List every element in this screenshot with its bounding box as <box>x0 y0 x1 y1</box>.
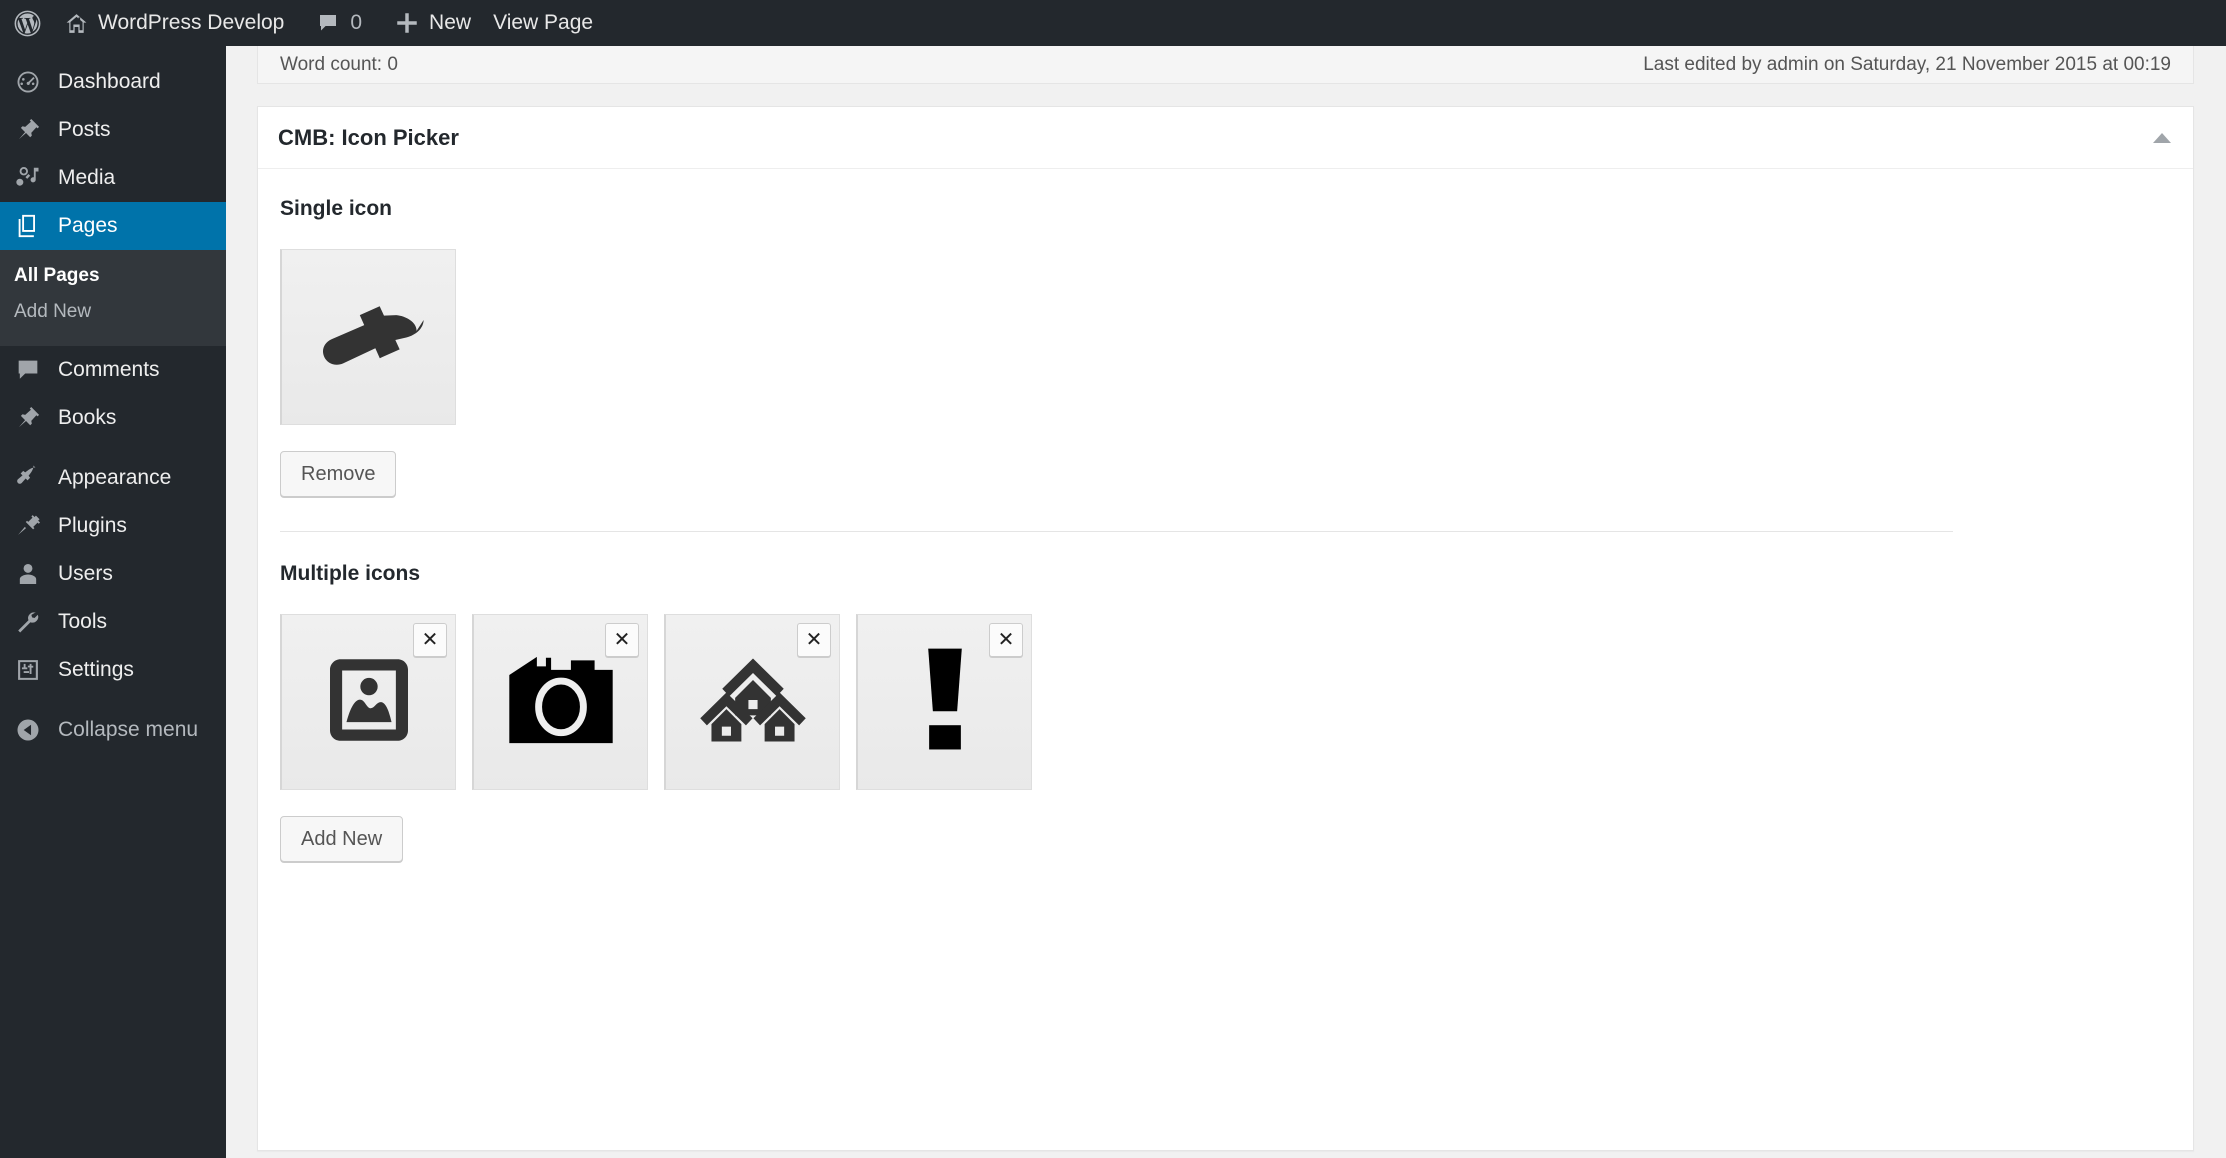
sidebar-item-label: Books <box>58 406 117 429</box>
user-icon <box>14 560 48 588</box>
add-new-button[interactable]: Add New <box>280 816 404 862</box>
collapse-arrow-icon <box>14 716 48 744</box>
icon-tile[interactable]: ✕ <box>856 614 1032 790</box>
sidebar-submenu-pages: All Pages Add New <box>0 250 226 346</box>
camera-icon <box>505 650 617 755</box>
sidebar-item-dashboard[interactable]: Dashboard <box>0 58 226 106</box>
metabox-header[interactable]: CMB: Icon Picker <box>258 107 2193 169</box>
view-page-label: View Page <box>493 11 594 34</box>
sidebar-item-settings[interactable]: Settings <box>0 646 226 694</box>
remove-icon-button[interactable]: ✕ <box>605 623 639 657</box>
comment-count: 0 <box>350 11 363 34</box>
sidebar-separator-1 <box>0 442 226 454</box>
single-icon-label: Single icon <box>280 197 393 220</box>
wordpress-logo-icon <box>12 8 43 39</box>
multiple-icons-field: Multiple icons ✕ ✕ ✕ ✕ Add New <box>280 532 2171 862</box>
media-icon <box>14 164 48 192</box>
sidebar-item-label: Plugins <box>58 514 127 537</box>
sidebar-item-users[interactable]: Users <box>0 550 226 598</box>
buildings-icon <box>699 654 807 751</box>
icon-tile[interactable]: ✕ <box>472 614 648 790</box>
dashboard-icon <box>14 68 48 96</box>
last-edited-text: Last edited by admin on Saturday, 21 Nov… <box>1643 53 2171 75</box>
wrench-icon <box>14 608 48 636</box>
site-name-menu[interactable]: WordPress Develop <box>53 0 295 46</box>
main-content-area: Word count: 0 Last edited by admin on Sa… <box>226 46 2226 1158</box>
admin-sidebar-menu: Dashboard Posts Media Pages All Pages Ad… <box>0 46 234 1158</box>
sidebar-item-label: Comments <box>58 358 160 381</box>
single-icon-preview[interactable] <box>280 249 456 425</box>
icon-tile[interactable]: ✕ <box>664 614 840 790</box>
sidebar-subitem-label: Add New <box>14 301 92 322</box>
paintbrush-icon <box>14 464 48 492</box>
sidebar-subitem-all-pages[interactable]: All Pages <box>0 258 226 294</box>
sidebar-top-spacer <box>0 46 226 58</box>
metabox-body: Single icon Remove Multiple icons ✕ ✕ ✕ … <box>258 169 2193 862</box>
remove-button[interactable]: Remove <box>280 451 397 497</box>
wordpress-logo-button[interactable] <box>0 0 53 46</box>
editor-status-bar: Word count: 0 Last edited by admin on Sa… <box>257 46 2194 84</box>
single-icon-preview-wrap <box>280 249 2171 425</box>
pages-icon <box>14 212 48 240</box>
sidebar-item-comments[interactable]: Comments <box>0 346 226 394</box>
home-icon <box>64 11 89 36</box>
sidebar-item-label: Tools <box>58 610 108 633</box>
collapse-menu-button[interactable]: Collapse menu <box>0 706 226 754</box>
sidebar-item-label: Media <box>58 166 116 189</box>
plus-icon <box>394 10 420 36</box>
image-icon <box>317 648 421 757</box>
comment-bubble-icon <box>14 356 48 384</box>
chevron-up-icon[interactable] <box>2153 132 2171 143</box>
pin-icon <box>14 116 48 144</box>
multiple-icons-list: ✕ ✕ ✕ ✕ <box>280 614 2171 790</box>
single-icon-field: Single icon Remove <box>280 197 2171 497</box>
collapse-menu-label: Collapse menu <box>58 718 199 741</box>
sidebar-subitem-add-new[interactable]: Add New <box>0 294 226 330</box>
add-new-button-wrap: Add New <box>280 816 2171 862</box>
comment-bubble-icon <box>316 11 340 35</box>
icon-tile[interactable]: ✕ <box>280 614 456 790</box>
view-page-link[interactable]: View Page <box>482 0 604 46</box>
remove-icon-button[interactable]: ✕ <box>989 623 1023 657</box>
sidebar-item-tools[interactable]: Tools <box>0 598 226 646</box>
word-count-text: Word count: 0 <box>280 53 398 75</box>
sidebar-item-media[interactable]: Media <box>0 154 226 202</box>
sidebar-subitem-label: All Pages <box>14 265 100 286</box>
sidebar-item-appearance[interactable]: Appearance <box>0 454 226 502</box>
site-title: WordPress Develop <box>98 11 285 34</box>
multiple-icons-label: Multiple icons <box>280 562 421 585</box>
sidebar-item-label: Users <box>58 562 113 585</box>
sidebar-item-label: Appearance <box>58 466 172 489</box>
admin-bar: WordPress Develop 0 New View Page <box>0 0 2226 46</box>
plug-icon <box>14 512 48 540</box>
cmb-icon-picker-metabox: CMB: Icon Picker Single icon Remove Mult… <box>257 106 2194 1151</box>
new-content-menu[interactable]: New <box>383 0 482 46</box>
comments-menu[interactable]: 0 <box>305 0 373 46</box>
sliders-icon <box>14 656 48 684</box>
sidebar-item-label: Dashboard <box>58 70 161 93</box>
metabox-title: CMB: Icon Picker <box>278 124 459 150</box>
sidebar-item-label: Settings <box>58 658 134 681</box>
remove-icon-button[interactable]: ✕ <box>413 623 447 657</box>
sidebar-item-label: Pages <box>58 214 118 237</box>
sidebar-separator-2 <box>0 694 226 706</box>
sidebar-item-books[interactable]: Books <box>0 394 226 442</box>
sidebar-item-plugins[interactable]: Plugins <box>0 502 226 550</box>
sidebar-item-posts[interactable]: Posts <box>0 106 226 154</box>
new-label: New <box>429 11 472 34</box>
sidebar-item-pages[interactable]: Pages <box>0 202 234 250</box>
remove-icon-button[interactable]: ✕ <box>797 623 831 657</box>
remove-button-wrap: Remove <box>280 451 2171 497</box>
sidebar-item-label: Posts <box>58 118 111 141</box>
exclamation-icon <box>917 644 973 761</box>
paintbrush-icon <box>313 281 425 393</box>
pin-icon <box>14 404 48 432</box>
